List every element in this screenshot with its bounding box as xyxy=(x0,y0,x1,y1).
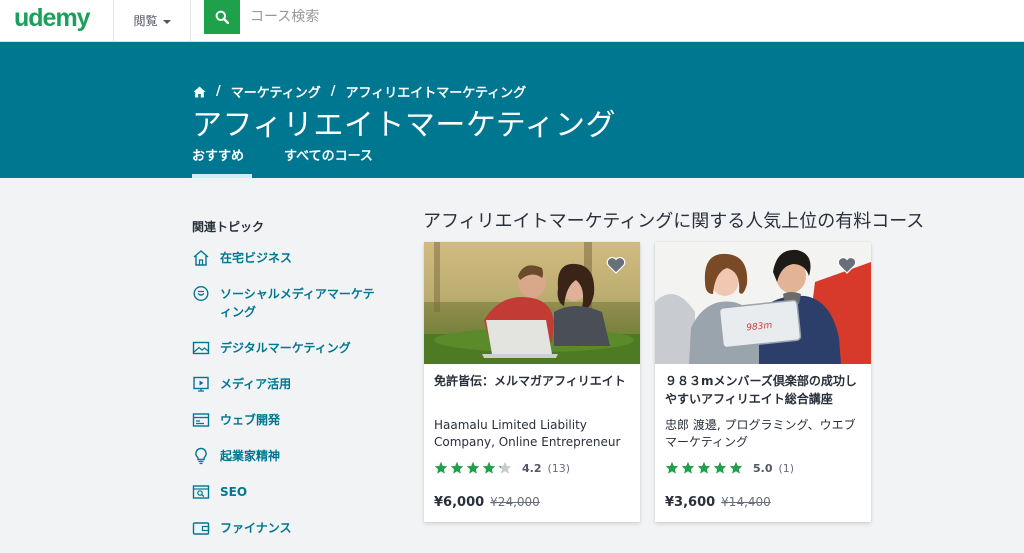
udemy-logo[interactable]: udemy xyxy=(14,4,91,33)
topic-social-media-marketing[interactable]: ソーシャルメディアマーケティング xyxy=(192,285,392,321)
course-instructor: 忠郎 渡邊, プログラミング、ウエブマーケティング xyxy=(665,418,856,449)
tab-all-courses[interactable]: すべてのコース xyxy=(284,148,373,178)
topic-home-business[interactable]: 在宅ビジネス xyxy=(192,249,392,267)
course-price: ¥6,000 ¥24,000 xyxy=(434,495,540,510)
star-icon xyxy=(434,461,448,474)
caret-down-icon xyxy=(162,19,171,24)
tab-featured[interactable]: おすすめ xyxy=(192,148,252,178)
course-title[interactable]: 免許皆伝：メルマガアフィリエイト xyxy=(434,372,632,390)
topic-seo[interactable]: SEO xyxy=(192,483,392,501)
course-rating: 5.0 (1) xyxy=(665,461,794,475)
course-title[interactable]: ９８３mメンバーズ倶楽部の成功しやすいアフィリエイト総合講座 xyxy=(665,372,863,408)
browse-label: 閲覧 xyxy=(133,14,158,28)
topic-label: SEO xyxy=(220,485,248,499)
related-topics-heading: 関連トピック xyxy=(192,220,265,234)
topic-label: メディア活用 xyxy=(220,377,292,391)
rating-count: (1) xyxy=(778,461,795,475)
course-card[interactable]: 免許皆伝：メルマガアフィリエイト Haamalu Limited Liabili… xyxy=(424,242,640,522)
topic-entrepreneurship[interactable]: 起業家精神 xyxy=(192,447,392,465)
top-navbar: udemy 閲覧 xyxy=(0,0,1024,42)
home-icon[interactable] xyxy=(193,86,206,98)
topic-label: ウェブ開発 xyxy=(220,413,281,427)
current-price: ¥6,000 xyxy=(434,495,485,510)
breadcrumb-separator: / xyxy=(330,84,336,99)
rating-score: 5.0 xyxy=(753,461,773,475)
topic-finance[interactable]: ファイナンス xyxy=(192,519,392,537)
star-icon xyxy=(498,461,512,474)
search-button[interactable] xyxy=(204,0,240,34)
wishlist-heart-icon[interactable] xyxy=(837,256,857,274)
wishlist-heart-icon[interactable] xyxy=(606,256,626,274)
star-icon xyxy=(681,461,695,474)
topic-label: 起業家精神 xyxy=(220,449,281,463)
star-icon xyxy=(697,461,711,474)
course-thumbnail: 983m xyxy=(655,242,871,364)
course-thumbnail xyxy=(424,242,640,364)
topic-web-development[interactable]: ウェブ開発 xyxy=(192,411,392,429)
category-hero: / マーケティング / アフィリエイトマーケティング アフィリエイトマーケティン… xyxy=(0,42,1024,178)
search-icon xyxy=(215,10,229,24)
page-title: アフィリエイトマーケティング xyxy=(192,108,616,143)
star-icon xyxy=(466,461,480,474)
browser-icon xyxy=(192,413,210,427)
topic-label: 在宅ビジネス xyxy=(220,251,293,265)
home-icon xyxy=(193,250,209,266)
rating-score: 4.2 xyxy=(522,461,542,475)
topic-media-usage[interactable]: メディア活用 xyxy=(192,375,392,393)
video-icon xyxy=(193,376,209,392)
star-icon xyxy=(482,461,496,474)
rating-count: (13) xyxy=(547,461,571,475)
star-icon xyxy=(713,461,727,474)
course-price: ¥3,600 ¥14,400 xyxy=(665,495,771,510)
search-input[interactable] xyxy=(242,2,542,32)
lightbulb-icon xyxy=(195,447,207,465)
topic-label: ファイナンス xyxy=(220,521,292,535)
seo-icon xyxy=(192,485,210,499)
section-title: アフィリエイトマーケティングに関する人気上位の有料コース xyxy=(423,211,925,232)
breadcrumb: / マーケティング / アフィリエイトマーケティング xyxy=(193,82,526,101)
related-topics-sidebar: 関連トピック 在宅ビジネス ソーシャルメディアマーケティング デジタルマーケティ… xyxy=(192,218,392,553)
topic-label: デジタルマーケティング xyxy=(220,341,351,355)
rating-stars xyxy=(665,461,743,475)
category-tabs: おすすめ すべてのコース xyxy=(192,148,373,178)
star-icon xyxy=(450,461,464,474)
breadcrumb-separator: / xyxy=(216,84,221,99)
topic-label: ソーシャルメディアマーケティング xyxy=(220,287,375,319)
browse-menu-button[interactable]: 閲覧 xyxy=(113,0,191,41)
rating-stars xyxy=(434,461,512,475)
breadcrumb-item-affiliate[interactable]: アフィリエイトマーケティング xyxy=(345,82,526,101)
course-instructor: Haamalu Limited Liability Company, Onlin… xyxy=(434,418,621,449)
course-rating: 4.2 (13) xyxy=(434,461,570,475)
star-icon xyxy=(729,461,743,474)
image-icon xyxy=(192,341,210,355)
breadcrumb-item-marketing[interactable]: マーケティング xyxy=(231,82,321,101)
wallet-icon xyxy=(192,522,210,535)
star-icon xyxy=(665,461,679,474)
original-price: ¥14,400 xyxy=(721,495,771,509)
topic-digital-marketing[interactable]: デジタルマーケティング xyxy=(192,339,392,357)
chat-icon xyxy=(193,285,209,302)
course-card[interactable]: 983m ９８３mメンバーズ倶楽部の成功しやすいアフィリエイト総合講座 忠郎 渡… xyxy=(655,242,871,522)
current-price: ¥3,600 xyxy=(665,495,716,510)
original-price: ¥24,000 xyxy=(490,495,540,509)
